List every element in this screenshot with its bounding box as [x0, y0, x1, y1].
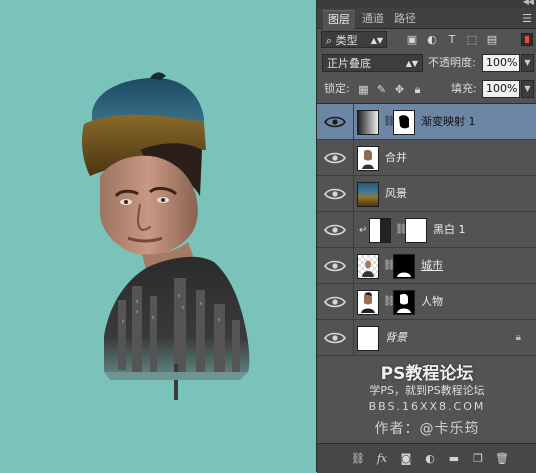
lock-row: 锁定: ▦ ✎ ✥ 🔒︎ 填充: 100% ▼: [317, 80, 536, 100]
link-icon[interactable]: ⛓: [383, 260, 396, 272]
eye-icon[interactable]: [323, 186, 347, 202]
search-icon: ⌕: [326, 34, 333, 47]
blend-mode-select[interactable]: 正片叠底 ▲▼: [322, 54, 423, 72]
visibility-column: [317, 248, 354, 284]
layer-name[interactable]: 人物: [421, 284, 443, 320]
link-layers-icon[interactable]: ⛓: [351, 452, 365, 466]
layer-style-fx-icon[interactable]: fx: [375, 452, 389, 466]
eye-icon[interactable]: [323, 258, 347, 274]
lock-position-move-icon[interactable]: ✥: [393, 83, 406, 96]
background-thumbnail: [357, 326, 379, 351]
visibility-column: [317, 284, 354, 320]
adjustment-filter-icon[interactable]: ◐: [425, 33, 439, 47]
fill-label: 填充:: [451, 82, 477, 95]
add-mask-icon[interactable]: ◙: [399, 452, 413, 466]
eye-icon[interactable]: [323, 330, 347, 346]
chevron-down-icon: ▲▼: [405, 59, 418, 68]
merged-layer-thumbnail: [357, 146, 379, 171]
chevron-down-icon: ▲▼: [370, 36, 383, 45]
layer-mask-thumbnail[interactable]: [393, 110, 415, 135]
document-canvas[interactable]: [0, 0, 316, 472]
watermark-subtitle: 学PS，就到PS教程论坛: [369, 384, 485, 397]
panel-title-bar[interactable]: ◀◀: [317, 0, 536, 8]
fill-input[interactable]: 100%: [482, 80, 520, 98]
layer-mask-thumbnail[interactable]: [393, 290, 415, 315]
visibility-column: [317, 212, 354, 248]
layer-name[interactable]: 黑白 1: [433, 212, 466, 248]
panel-bottom-toolbar: ⛓ fx ◙ ◐ ▬ ❐ 🗑︎: [317, 443, 536, 473]
watermark-url: BBS.16XX8.COM: [368, 400, 486, 413]
eye-icon[interactable]: [323, 150, 347, 166]
visibility-column: [317, 104, 354, 140]
layer-city[interactable]: ⛓ 城市: [317, 248, 536, 284]
scenery-thumbnail: [357, 182, 379, 207]
visibility-column: [317, 176, 354, 212]
tab-channels[interactable]: 通道: [357, 10, 389, 28]
lock-image-brush-icon[interactable]: ✎: [375, 83, 388, 96]
delete-layer-trash-icon[interactable]: 🗑︎: [495, 452, 509, 466]
layer-black-white[interactable]: ↵ ⛓ 黑白 1: [317, 212, 536, 248]
eye-icon[interactable]: [323, 222, 347, 238]
filter-type-label: 类型: [335, 34, 358, 47]
adjustment-layer-icon[interactable]: ◐: [423, 452, 437, 466]
layer-mask-thumbnail[interactable]: [405, 218, 427, 243]
tab-paths[interactable]: 路径: [389, 10, 421, 28]
fill-dropdown-button[interactable]: ▼: [521, 80, 534, 98]
opacity-input[interactable]: 100%: [482, 54, 520, 72]
tab-layers[interactable]: 图层: [323, 10, 355, 29]
panel-menu-icon[interactable]: ☰: [522, 12, 532, 25]
new-layer-icon[interactable]: ❐: [471, 452, 485, 466]
filter-type-select[interactable]: ⌕ 类型 ▲▼: [321, 31, 387, 48]
type-filter-icon[interactable]: T: [445, 33, 459, 47]
new-group-folder-icon[interactable]: ▬: [447, 452, 461, 466]
layers-panel: ◀◀ 图层 通道 路径 ☰ ⌕ 类型 ▲▼ ▣ ◐ T ⬚ ▤ 正片叠底 ▲▼ …: [316, 0, 536, 473]
eye-icon[interactable]: [323, 294, 347, 310]
black-white-adjustment-thumbnail: [369, 218, 391, 243]
pixel-filter-icon[interactable]: ▣: [405, 33, 419, 47]
layer-background[interactable]: 背景 🔒︎: [317, 320, 536, 356]
layer-name[interactable]: 风景: [385, 176, 407, 212]
watermark-title: PS教程论坛: [380, 364, 474, 384]
layer-gradient-map[interactable]: ⛓ 渐变映射 1: [317, 104, 536, 140]
visibility-column: [317, 140, 354, 176]
visibility-column: [317, 320, 354, 356]
lock-all-icon[interactable]: 🔒︎: [411, 83, 424, 96]
watermark-author: 作者：@卡乐筠: [374, 421, 480, 437]
lock-icon: 🔒︎: [515, 332, 521, 343]
layer-merged[interactable]: 合并: [317, 140, 536, 176]
lock-transparent-icon[interactable]: ▦: [357, 83, 370, 96]
lock-label: 锁定:: [324, 82, 350, 95]
layer-person[interactable]: ⛓ 人物: [317, 284, 536, 320]
blend-mode-value: 正片叠底: [327, 57, 371, 70]
panel-tabs: 图层 通道 路径 ☰: [317, 8, 536, 29]
layer-mask-thumbnail[interactable]: [393, 254, 415, 279]
shape-filter-icon[interactable]: ⬚: [465, 33, 479, 47]
double-exposure-artwork: [82, 72, 250, 400]
clipping-arrow-icon: ↵: [359, 225, 368, 236]
layer-name[interactable]: 背景: [385, 320, 407, 356]
city-thumbnail: [357, 254, 379, 279]
link-icon[interactable]: ⛓: [395, 224, 408, 236]
opacity-dropdown-button[interactable]: ▼: [521, 54, 534, 72]
layer-name[interactable]: 城市: [421, 248, 443, 284]
blend-row: 正片叠底 ▲▼ 不透明度: 100% ▼: [317, 54, 536, 74]
layer-name[interactable]: 合并: [385, 140, 407, 176]
collapse-icon[interactable]: ◀◀: [523, 0, 534, 6]
eye-icon[interactable]: [323, 114, 347, 130]
link-icon[interactable]: ⛓: [383, 116, 396, 128]
smart-object-filter-icon[interactable]: ▤: [485, 33, 499, 47]
filter-toggle-switch[interactable]: [521, 33, 533, 46]
filter-row: ⌕ 类型 ▲▼ ▣ ◐ T ⬚ ▤: [317, 29, 536, 51]
gradient-map-thumbnail: [357, 110, 379, 135]
person-thumbnail: [357, 290, 379, 315]
layer-name[interactable]: 渐变映射 1: [421, 104, 476, 140]
link-icon[interactable]: ⛓: [383, 296, 396, 308]
layer-scenery[interactable]: 风景: [317, 176, 536, 212]
opacity-label: 不透明度:: [428, 56, 476, 69]
layers-list: ⛓ 渐变映射 1 合并 风景 ↵ ⛓ 黑白 1 ⛓ 城市 ⛓ 人物 背景 🔒︎ …: [317, 103, 536, 444]
